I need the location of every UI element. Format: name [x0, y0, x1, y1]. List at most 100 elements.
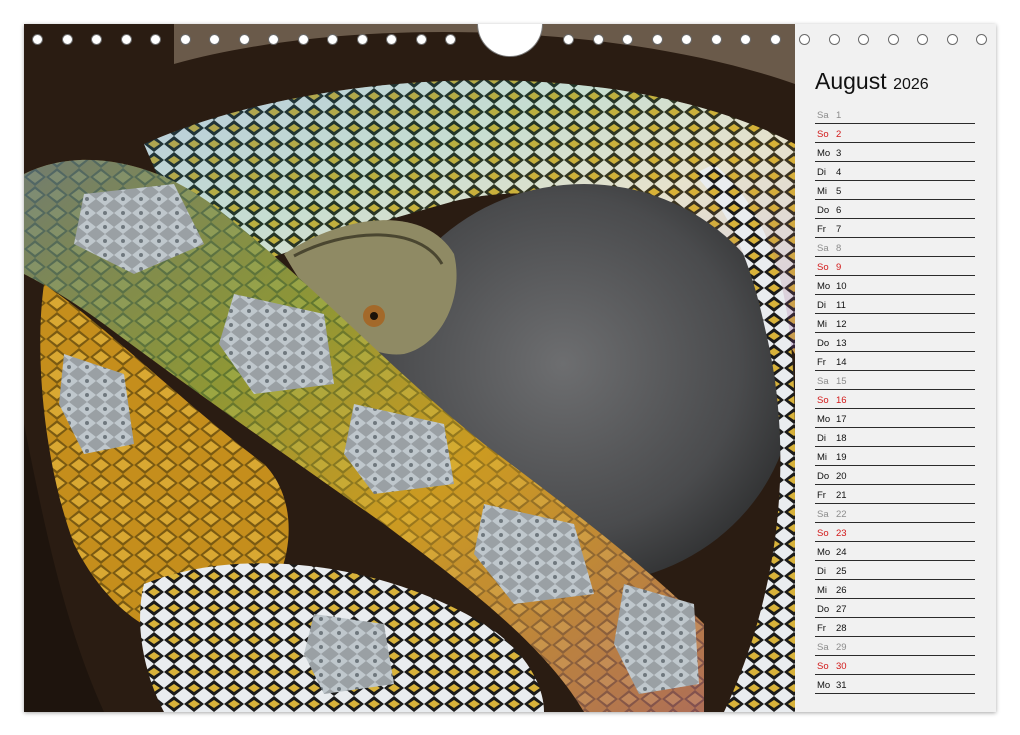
day-number: 22: [836, 509, 847, 520]
day-name: Fr: [817, 357, 826, 368]
binding-hole-icon: [415, 34, 427, 45]
day-row: Mo 31: [815, 675, 975, 694]
day-row: Di 4: [815, 162, 975, 181]
python-photo: [24, 24, 795, 712]
day-row: Mo 3: [815, 143, 975, 162]
day-row: Mi 26: [815, 580, 975, 599]
binding-hole-icon: [268, 34, 279, 45]
binding-hole-icon: [179, 34, 191, 45]
binding-hole-icon: [769, 34, 781, 45]
day-row: Di 18: [815, 428, 975, 447]
day-number: 31: [836, 680, 847, 691]
binding-hole-icon: [592, 34, 604, 45]
day-name: Do: [817, 205, 830, 216]
day-row: So 2: [815, 124, 975, 143]
day-name: Mo: [817, 547, 831, 558]
day-name: Sa: [817, 509, 829, 520]
day-number: 12: [836, 319, 847, 330]
calendar-page: August 2026 Sa 1 So 2 Mo 3 Di 4 Mi 5 Do 6 Fr 7 Sa 8 So 9 M…: [24, 24, 996, 712]
day-name: Fr: [817, 224, 826, 235]
day-row: So 23: [815, 523, 975, 542]
day-row: So 30: [815, 656, 975, 675]
day-row: Mi 5: [815, 181, 975, 200]
calendar-panel: August 2026 Sa 1 So 2 Mo 3 Di 4 Mi 5 Do 6 Fr 7 Sa 8 So 9 M…: [795, 24, 996, 712]
binding-hole-icon: [622, 34, 633, 45]
day-name: Sa: [817, 110, 829, 121]
year-label: 2026: [893, 76, 929, 93]
day-number: 15: [836, 376, 847, 387]
binding-hole-icon: [917, 34, 928, 45]
binding-hole-icon: [828, 34, 840, 45]
binding-hole-icon: [356, 34, 368, 45]
day-number: 25: [836, 566, 847, 577]
day-row: Fr 14: [815, 352, 975, 371]
binding-hole-icon: [150, 34, 161, 45]
day-number: 11: [836, 300, 846, 311]
day-number: 1: [836, 110, 842, 121]
binding-hole-icon: [681, 34, 692, 45]
day-name: Sa: [817, 243, 829, 254]
day-name: Fr: [817, 623, 826, 634]
day-number: 19: [836, 452, 847, 463]
binding-hole-icon: [946, 34, 958, 45]
day-number: 21: [836, 490, 847, 501]
day-number: 30: [836, 661, 847, 672]
day-name: Mo: [817, 680, 831, 691]
day-number: 24: [836, 547, 847, 558]
day-name: Mo: [817, 281, 831, 292]
day-number: 23: [836, 528, 847, 539]
day-row: Fr 7: [815, 219, 975, 238]
day-name: Do: [817, 471, 830, 482]
day-name: Do: [817, 604, 830, 615]
day-number: 14: [836, 357, 847, 368]
day-row: Sa 22: [815, 504, 975, 523]
day-number: 18: [836, 433, 847, 444]
day-name: Mi: [817, 186, 828, 197]
day-row: Sa 8: [815, 238, 975, 257]
day-number: 26: [836, 585, 847, 596]
binding-hole-icon: [651, 34, 663, 45]
day-row: Sa 29: [815, 637, 975, 656]
day-name: Di: [817, 300, 826, 311]
day-row: Mi 19: [815, 447, 975, 466]
day-name: So: [817, 129, 829, 140]
binding-hole-icon: [710, 34, 722, 45]
binding-hole-icon: [740, 34, 751, 45]
day-row: So 9: [815, 257, 975, 276]
day-row: Mo 24: [815, 542, 975, 561]
day-name: So: [817, 262, 829, 273]
day-row: Fr 21: [815, 485, 975, 504]
day-number: 4: [836, 167, 842, 178]
day-number: 28: [836, 623, 847, 634]
binding-hole-icon: [238, 34, 250, 45]
day-row: Mi 12: [815, 314, 975, 333]
day-number: 8: [836, 243, 842, 254]
binding-hole-icon: [386, 34, 397, 45]
binding-hole-icon: [563, 34, 574, 45]
day-number: 6: [836, 205, 842, 216]
binding-hole-icon: [120, 34, 132, 45]
day-name: Di: [817, 566, 826, 577]
day-name: Sa: [817, 376, 829, 387]
day-number: 13: [836, 338, 847, 349]
day-row: Di 11: [815, 295, 975, 314]
day-list: Sa 1 So 2 Mo 3 Di 4 Mi 5 Do 6 Fr 7 Sa 8 So 9 Mo 10 Di 11 Mi 12 D…: [815, 105, 975, 694]
day-row: Mo 17: [815, 409, 975, 428]
day-name: So: [817, 395, 829, 406]
day-number: 29: [836, 642, 847, 653]
day-name: Mi: [817, 319, 828, 330]
day-number: 7: [836, 224, 842, 235]
month-name: August: [815, 68, 887, 94]
day-name: Di: [817, 433, 826, 444]
binding-hole-icon: [91, 34, 102, 45]
binding-hole-icon: [858, 34, 869, 45]
day-name: Mi: [817, 585, 828, 596]
day-name: Mi: [817, 452, 828, 463]
day-number: 9: [836, 262, 842, 273]
binding-hole-icon: [976, 34, 987, 45]
day-row: Do 6: [815, 200, 975, 219]
binding-hole-icon: [799, 34, 810, 45]
day-row: Fr 28: [815, 618, 975, 637]
day-name: Di: [817, 167, 826, 178]
day-number: 17: [836, 414, 847, 425]
